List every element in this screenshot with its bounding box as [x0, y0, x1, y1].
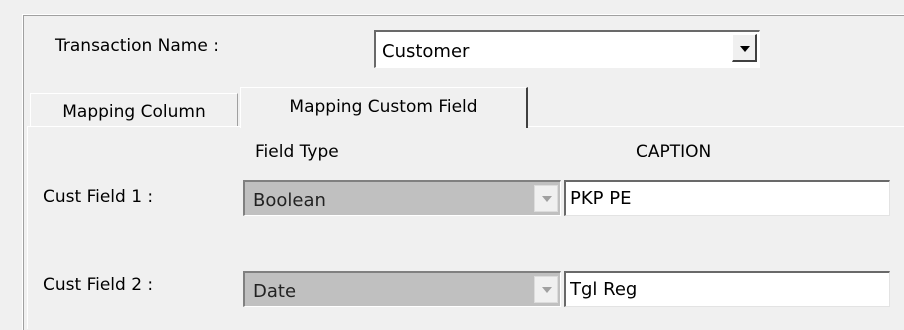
cust-field-1-label: Cust Field 1 : — [43, 187, 154, 207]
transaction-name-combobox[interactable]: Customer — [374, 30, 760, 68]
chevron-down-icon — [542, 287, 552, 293]
transaction-dropdown-button[interactable] — [732, 34, 757, 62]
cust-field-1-dropdown-button[interactable] — [534, 185, 558, 212]
transaction-name-value: Customer — [382, 41, 470, 62]
field-type-header: Field Type — [255, 142, 339, 162]
tab-mapping-custom-field[interactable]: Mapping Custom Field — [240, 87, 528, 128]
cust-field-2-type-value: Date — [253, 281, 297, 302]
cust-field-2-label: Cust Field 2 : — [43, 275, 154, 295]
tab-mapping-column[interactable]: Mapping Column — [30, 93, 238, 126]
cust-field-1-caption-input[interactable] — [564, 180, 890, 216]
chevron-down-icon — [740, 46, 750, 52]
cust-field-1-type-value: Boolean — [253, 190, 326, 211]
caption-header: CAPTION — [636, 142, 712, 162]
cust-field-2-dropdown-button[interactable] — [534, 276, 558, 303]
cust-field-2-type-select[interactable]: Date — [243, 271, 561, 307]
chevron-down-icon — [542, 196, 552, 202]
transaction-name-label: Transaction Name : — [55, 36, 219, 56]
cust-field-1-type-select[interactable]: Boolean — [243, 180, 561, 216]
cust-field-2-caption-input[interactable] — [564, 271, 890, 307]
